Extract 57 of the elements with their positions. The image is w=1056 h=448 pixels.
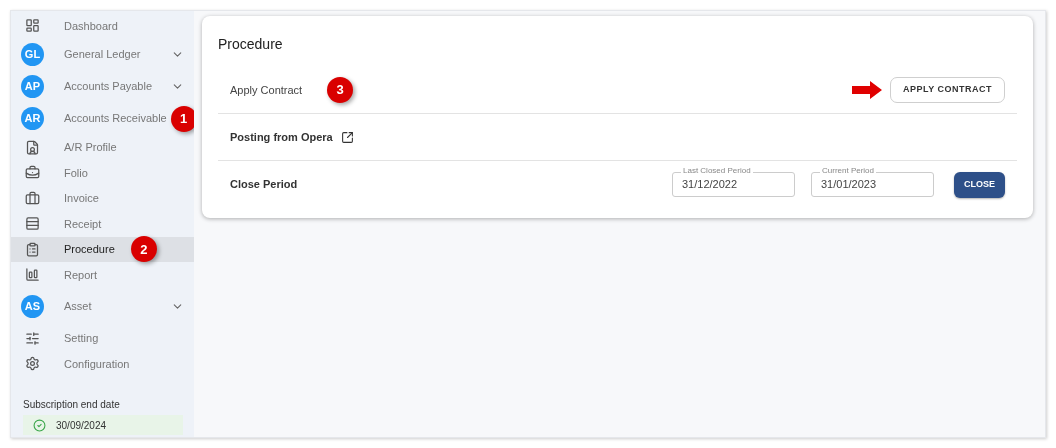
row-label: Apply Contract xyxy=(230,82,303,98)
avatar: AP xyxy=(21,75,44,98)
clipboard-icon xyxy=(25,241,40,257)
sidebar-label: Accounts Receivable xyxy=(64,111,167,127)
subscription-label: Subscription end date xyxy=(23,398,121,412)
sidebar-label: Asset xyxy=(64,299,92,315)
field-label: Current Period xyxy=(820,167,876,175)
list-icon xyxy=(25,216,40,232)
bar-chart-icon xyxy=(25,267,40,283)
briefcase-icon xyxy=(25,190,40,206)
field-value: 31/12/2022 xyxy=(682,177,738,193)
sidebar-item[interactable]: Report xyxy=(11,262,194,288)
sidebar-label: A/R Profile xyxy=(64,140,117,155)
sidebar-label: Configuration xyxy=(64,356,130,372)
sidebar-item[interactable]: A/R Profile xyxy=(11,134,194,160)
step-marker: 1 xyxy=(170,105,197,132)
sidebar-label: Accounts Payable xyxy=(64,79,153,95)
sliders-icon xyxy=(25,330,40,346)
row-label: Close Period xyxy=(230,177,298,193)
settings-icon xyxy=(25,356,40,372)
close-button[interactable]: CLOSE xyxy=(954,171,1005,198)
external-link-icon[interactable] xyxy=(340,130,354,144)
sidebar-item[interactable]: Procedure 2 xyxy=(11,236,194,262)
sidebar-label: General Ledger xyxy=(64,47,141,63)
briefcase-icon xyxy=(25,165,40,181)
sidebar-item[interactable]: Receipt xyxy=(11,211,194,237)
avatar: GL xyxy=(21,43,44,66)
avatar: AS xyxy=(21,295,44,318)
apply-contract-button[interactable]: APPLY CONTRACT xyxy=(890,77,1005,103)
sidebar-item[interactable]: Configuration xyxy=(11,351,194,377)
sidebar-label: Invoice xyxy=(64,191,99,206)
dashboard-icon xyxy=(25,18,40,34)
sidebar-label: Report xyxy=(64,267,98,283)
sidebar-item[interactable]: Dashboard xyxy=(11,13,194,39)
sidebar-item[interactable]: AR Accounts Receivable 1 xyxy=(11,102,194,135)
sidebar-item[interactable]: Invoice xyxy=(11,185,194,211)
sidebar-item[interactable]: Setting xyxy=(11,325,194,351)
arrow-icon xyxy=(852,81,882,99)
card-title: Procedure xyxy=(218,35,284,54)
sidebar-item[interactable]: GL General Ledger xyxy=(11,38,194,71)
step-marker: 2 xyxy=(130,236,157,263)
row-label: Posting from Opera xyxy=(230,129,333,145)
check-circle-icon xyxy=(33,418,46,432)
sidebar-label: Folio xyxy=(64,165,88,181)
avatar: AR xyxy=(21,107,44,130)
sidebar-item[interactable]: Folio xyxy=(11,160,194,186)
sidebar-item[interactable]: AP Accounts Payable xyxy=(11,70,194,103)
sidebar-label: Dashboard xyxy=(64,18,118,34)
document-person-icon xyxy=(25,139,40,155)
sidebar-label: Receipt xyxy=(64,216,102,232)
sidebar-label: Procedure xyxy=(64,242,115,257)
field-label: Last Closed Period xyxy=(681,167,753,175)
field-value: 31/01/2023 xyxy=(821,177,877,193)
sidebar-item[interactable]: AS Asset xyxy=(11,290,194,323)
sidebar-label: Setting xyxy=(64,331,99,346)
date-text: 30/09/2024 xyxy=(56,418,107,433)
step-marker: 3 xyxy=(327,77,354,103)
